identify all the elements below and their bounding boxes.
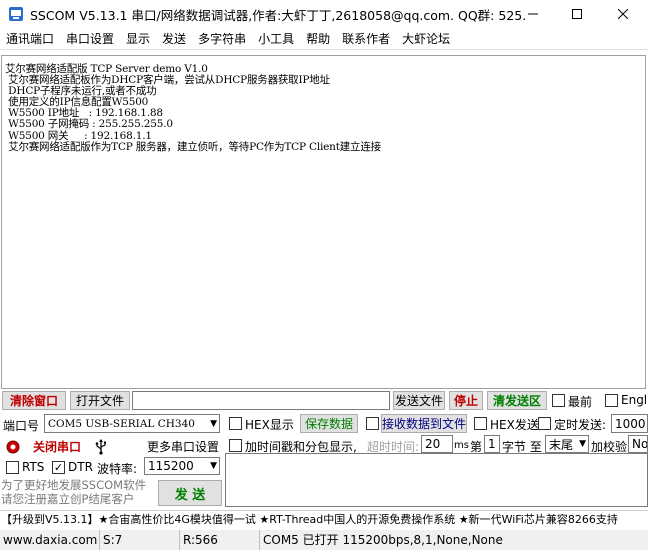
menu-bar: 通讯端口 串口设置 显示 发送 多字符串 小工具 帮助 联系作者 大虾论坛 — [0, 28, 648, 50]
hex-send-checkbox[interactable] — [474, 417, 487, 430]
recv-to-file-checkbox[interactable] — [366, 417, 379, 430]
minimize-icon — [528, 13, 538, 15]
close-icon — [618, 9, 628, 19]
minimize-button[interactable] — [510, 0, 556, 28]
english-checkbox[interactable] — [605, 394, 618, 407]
clear-window-button[interactable]: 清除窗口 — [2, 391, 66, 410]
port-label: 端口号 — [3, 419, 40, 433]
clear-send-button[interactable]: 清发送区 — [487, 391, 547, 410]
end-select-value: 末尾 — [549, 437, 574, 452]
rts-label: RTS — [22, 460, 45, 474]
status-bar: www.daxia.com S:7 R:566 COM5 已打开 115200b… — [0, 530, 648, 550]
recv-to-file-button[interactable]: 接收数据到文件 — [381, 414, 467, 433]
timeout-input[interactable]: 20 — [421, 435, 453, 453]
hex-send-label: HEX发送 — [490, 418, 539, 432]
dtr-label: DTR — [68, 460, 93, 474]
port-status-icon — [6, 440, 20, 454]
menu-display[interactable]: 显示 — [120, 30, 156, 47]
register-hint: 为了更好地发展SSCOM软件 请您注册嘉立创P结尾客户 — [1, 478, 146, 506]
dtr-checkbox[interactable]: ✓ — [52, 461, 65, 474]
more-port-settings-button[interactable]: 更多串口设置 — [145, 437, 221, 456]
maximize-icon — [572, 9, 582, 19]
receive-line: 艾尔赛网络适配版作为TCP 服务器，建立侦听，等待PC作为TCP Client建… — [5, 140, 381, 153]
register-hint-text: 为了更好地发展SSCOM软件 请您注册嘉立创P结尾客户 — [1, 478, 147, 506]
news-banner[interactable]: 【升级到V5.13.1】★合宙高性价比4G模块值得一试 ★RT-Thread中国… — [0, 510, 648, 528]
ms-label: ms — [454, 440, 469, 451]
chevron-down-icon: ▼ — [210, 418, 217, 429]
usb-icon — [95, 439, 106, 455]
window-title: SSCOM V5.13.1 串口/网络数据调试器,作者:大虾丁丁,2618058… — [30, 7, 526, 23]
menu-send[interactable]: 发送 — [156, 30, 192, 47]
send-input[interactable] — [225, 453, 648, 507]
timed-send-label: 定时发送: — [554, 418, 607, 432]
maximize-button[interactable] — [554, 0, 600, 28]
receive-area[interactable]: 艾尔赛网络适配版 TCP Server demo V1.0 艾尔赛网络适配板作为… — [1, 55, 646, 389]
nth-byte-input[interactable]: 1 — [484, 435, 500, 453]
status-received-count: R:566 — [180, 530, 260, 550]
status-port-info: COM5 已打开 115200bps,8,1,None,None — [263, 533, 503, 547]
close-button[interactable] — [600, 0, 646, 28]
menu-comm-port[interactable]: 通讯端口 — [0, 30, 60, 47]
close-port-button[interactable]: 关闭串口 — [24, 437, 90, 456]
end-select[interactable]: 末尾 ▼ — [545, 435, 589, 453]
baud-select-value: 115200 — [148, 459, 194, 473]
baud-select[interactable]: 115200 ▼ — [144, 457, 220, 475]
rts-checkbox[interactable] — [6, 461, 19, 474]
port-select[interactable]: COM5 USB-SERIAL CH340 ▼ — [44, 414, 220, 433]
status-website[interactable]: www.daxia.com — [0, 530, 100, 550]
chevron-down-icon: ▼ — [210, 461, 217, 471]
timed-send-checkbox[interactable] — [538, 417, 551, 430]
status-sent-count: S:7 — [100, 530, 180, 550]
menu-forum[interactable]: 大虾论坛 — [396, 30, 456, 47]
menu-tools[interactable]: 小工具 — [252, 30, 300, 47]
baud-label: 波特率: — [97, 462, 138, 476]
menu-multi-string[interactable]: 多字符串 — [192, 30, 252, 47]
file-path-input[interactable] — [132, 391, 390, 410]
chevron-down-icon: ▼ — [579, 439, 586, 449]
timed-interval-input[interactable]: 1000 — [611, 414, 648, 433]
latest-checkbox[interactable] — [552, 394, 565, 407]
send-file-button[interactable]: 发送文件 — [393, 391, 445, 410]
receive-line: W5500 网关 : 192.168.1.1 — [5, 129, 152, 142]
hex-display-checkbox[interactable] — [229, 417, 242, 430]
latest-label: 最前 — [568, 395, 593, 409]
timestamp-checkbox[interactable] — [229, 439, 242, 452]
port-select-value: COM5 USB-SERIAL CH340 — [48, 417, 195, 430]
menu-help[interactable]: 帮助 — [300, 30, 336, 47]
checksum-select[interactable]: No — [628, 435, 648, 453]
send-button[interactable]: 发 送 — [158, 480, 222, 506]
hex-display-label: HEX显示 — [245, 418, 294, 432]
save-data-button[interactable]: 保存数据 — [300, 414, 358, 433]
menu-serial-settings[interactable]: 串口设置 — [60, 30, 120, 47]
receive-line: W5500 子网掩码 : 255.255.255.0 — [5, 118, 173, 131]
app-icon — [9, 7, 23, 21]
stop-button[interactable]: 停止 — [449, 391, 483, 410]
menu-contact-author[interactable]: 联系作者 — [336, 30, 396, 47]
open-file-button[interactable]: 打开文件 — [70, 391, 130, 410]
english-label: English — [621, 393, 648, 407]
